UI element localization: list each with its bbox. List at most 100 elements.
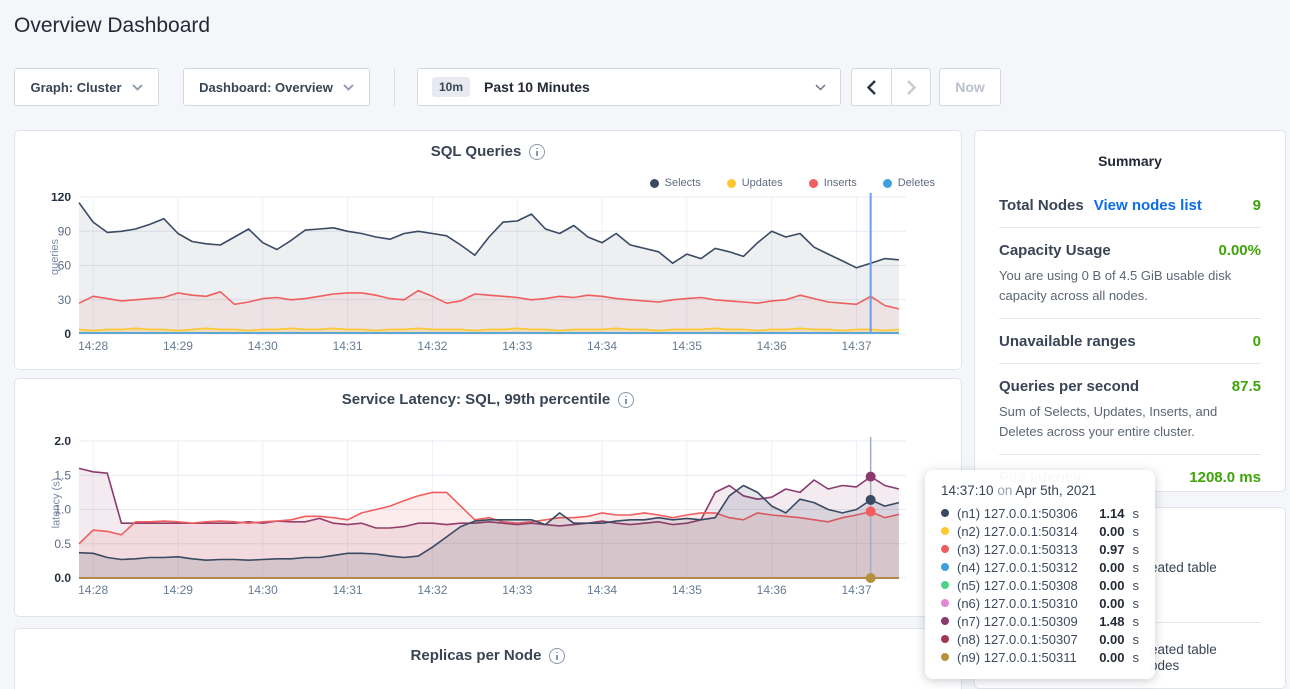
latency-chart[interactable]: 14:2814:2914:3014:3114:3214:3314:3414:35… xyxy=(15,437,963,603)
summary-value: 87.5 xyxy=(1232,378,1261,395)
tooltip-node-value: 0.00 xyxy=(1099,596,1124,611)
legend-item-deletes[interactable]: Deletes xyxy=(883,177,935,189)
legend-color-dot xyxy=(727,179,736,188)
y-tick-label: 0.0 xyxy=(54,571,71,585)
series-color-dot xyxy=(941,563,949,571)
sql-queries-chart[interactable]: 14:2814:2914:3014:3114:3214:3314:3414:35… xyxy=(15,193,963,359)
tooltip-node-address: (n2) 127.0.0.1:50314 xyxy=(957,524,1091,539)
x-tick-label: 14:32 xyxy=(417,583,447,597)
replicas-panel: Replicas per Node xyxy=(14,628,962,689)
info-icon[interactable] xyxy=(549,648,565,664)
tooltip-value-unit: s xyxy=(1133,524,1140,539)
x-tick-label: 14:33 xyxy=(502,583,532,597)
legend-color-dot xyxy=(809,179,818,188)
event-text-fragment: eated table xyxy=(1150,642,1217,657)
toolbar-divider xyxy=(394,68,395,106)
summary-label: Unavailable ranges xyxy=(999,333,1136,350)
y-tick-label: 1.0 xyxy=(54,503,71,517)
series-color-dot xyxy=(941,545,949,553)
tooltip-row: (n7) 127.0.0.1:503091.48 s xyxy=(941,612,1139,630)
x-tick-label: 14:32 xyxy=(417,339,447,353)
legend-item-selects[interactable]: Selects xyxy=(650,177,701,189)
view-nodes-list-link[interactable]: View nodes list xyxy=(1094,197,1202,214)
y-tick-label: 60 xyxy=(58,259,72,273)
series-color-dot xyxy=(941,635,949,643)
graph-dropdown[interactable]: Graph: Cluster xyxy=(14,68,159,106)
tooltip-row: (n2) 127.0.0.1:50314 0.00 s xyxy=(941,522,1139,540)
dashboard-dropdown[interactable]: Dashboard: Overview xyxy=(183,68,370,106)
y-tick-label: 30 xyxy=(58,293,72,307)
summary-description: You are using 0 B of 4.5 GiB usable disk… xyxy=(999,266,1261,305)
series-color-dot xyxy=(941,599,949,607)
legend-color-dot xyxy=(650,179,659,188)
y-tick-label: 1.5 xyxy=(54,468,71,482)
tooltip-node-value: 0.00 xyxy=(1099,524,1124,539)
summary-label: Capacity Usage xyxy=(999,242,1111,259)
summary-row-unavailable-ranges: Unavailable ranges 0 xyxy=(999,319,1261,364)
hover-marker xyxy=(866,495,876,505)
time-next-button[interactable] xyxy=(891,69,930,105)
y-tick-label: 120 xyxy=(51,193,71,204)
sql-queries-panel: SQL Queries SelectsUpdatesInsertsDeletes… xyxy=(14,130,962,370)
time-range-badge: 10m xyxy=(432,77,470,97)
tooltip-value-unit: s xyxy=(1133,596,1140,611)
tooltip-value-unit: s xyxy=(1133,650,1140,665)
series-color-dot xyxy=(941,653,949,661)
legend-item-inserts[interactable]: Inserts xyxy=(809,177,857,189)
now-button[interactable]: Now xyxy=(939,68,1001,106)
x-tick-label: 14:37 xyxy=(842,583,872,597)
tooltip-row: (n6) 127.0.0.1:50310 0.00 s xyxy=(941,594,1139,612)
x-tick-label: 14:30 xyxy=(248,339,278,353)
tooltip-node-value: 0.00 xyxy=(1099,560,1124,575)
tooltip-node-address: (n5) 127.0.0.1:50308 xyxy=(957,578,1091,593)
x-tick-label: 14:30 xyxy=(248,583,278,597)
x-tick-label: 14:36 xyxy=(757,339,787,353)
hover-marker xyxy=(866,573,876,583)
x-tick-label: 14:28 xyxy=(78,339,108,353)
tooltip-row: (n5) 127.0.0.1:503080.00 s xyxy=(941,576,1139,594)
time-nav-group xyxy=(851,68,931,106)
summary-description: Sum of Selects, Updates, Inserts, and De… xyxy=(999,402,1261,441)
x-tick-label: 14:35 xyxy=(672,583,702,597)
tooltip-value-unit: s xyxy=(1133,542,1140,557)
tooltip-value-unit: s xyxy=(1133,614,1140,629)
legend-label: Updates xyxy=(742,177,783,189)
tooltip-node-address: (n6) 127.0.0.1:50310 xyxy=(957,596,1091,611)
time-prev-button[interactable] xyxy=(852,69,891,105)
dashboard-dropdown-label: Dashboard: Overview xyxy=(199,80,333,95)
y-tick-label: 2.0 xyxy=(54,437,71,448)
latency-panel: Service Latency: SQL, 99th percentile la… xyxy=(14,378,962,617)
replicas-title: Replicas per Node xyxy=(15,647,961,664)
summary-value: 0.00% xyxy=(1218,242,1261,259)
summary-row-total-nodes: Total Nodes View nodes list 9 xyxy=(999,183,1261,228)
summary-panel: Summary Total Nodes View nodes list 9 Ca… xyxy=(974,130,1286,492)
tooltip-timestamp: 14:37:10 on Apr 5th, 2021 xyxy=(941,483,1139,498)
x-tick-label: 14:37 xyxy=(842,339,872,353)
summary-value: 9 xyxy=(1253,197,1261,214)
tooltip-time: 14:37:10 xyxy=(941,483,994,498)
x-tick-label: 14:33 xyxy=(502,339,532,353)
tooltip-node-address: (n9) 127.0.0.1:50311 xyxy=(957,650,1091,665)
info-icon[interactable] xyxy=(529,144,545,160)
summary-value: 1208.0 ms xyxy=(1189,469,1261,486)
series-color-dot xyxy=(941,617,949,625)
tooltip-node-value: 0.00 xyxy=(1099,578,1124,593)
legend-label: Inserts xyxy=(824,177,857,189)
tooltip-date: Apr 5th, 2021 xyxy=(1015,483,1096,498)
time-range-dropdown[interactable]: 10m Past 10 Minutes xyxy=(417,68,841,106)
series-color-dot xyxy=(941,527,949,535)
x-tick-label: 14:31 xyxy=(333,339,363,353)
y-tick-label: 90 xyxy=(58,224,72,238)
hover-marker xyxy=(866,472,876,482)
summary-row-capacity: Capacity Usage 0.00% You are using 0 B o… xyxy=(999,228,1261,319)
chevron-left-icon xyxy=(867,80,876,95)
info-icon[interactable] xyxy=(618,392,634,408)
hover-marker xyxy=(866,507,876,517)
tooltip-value-unit: s xyxy=(1133,506,1140,521)
tooltip-value-unit: s xyxy=(1133,632,1140,647)
graph-dropdown-label: Graph: Cluster xyxy=(30,80,121,95)
legend-item-updates[interactable]: Updates xyxy=(727,177,783,189)
x-tick-label: 14:31 xyxy=(333,583,363,597)
y-tick-label: 0.5 xyxy=(54,537,71,551)
x-tick-label: 14:34 xyxy=(587,583,617,597)
